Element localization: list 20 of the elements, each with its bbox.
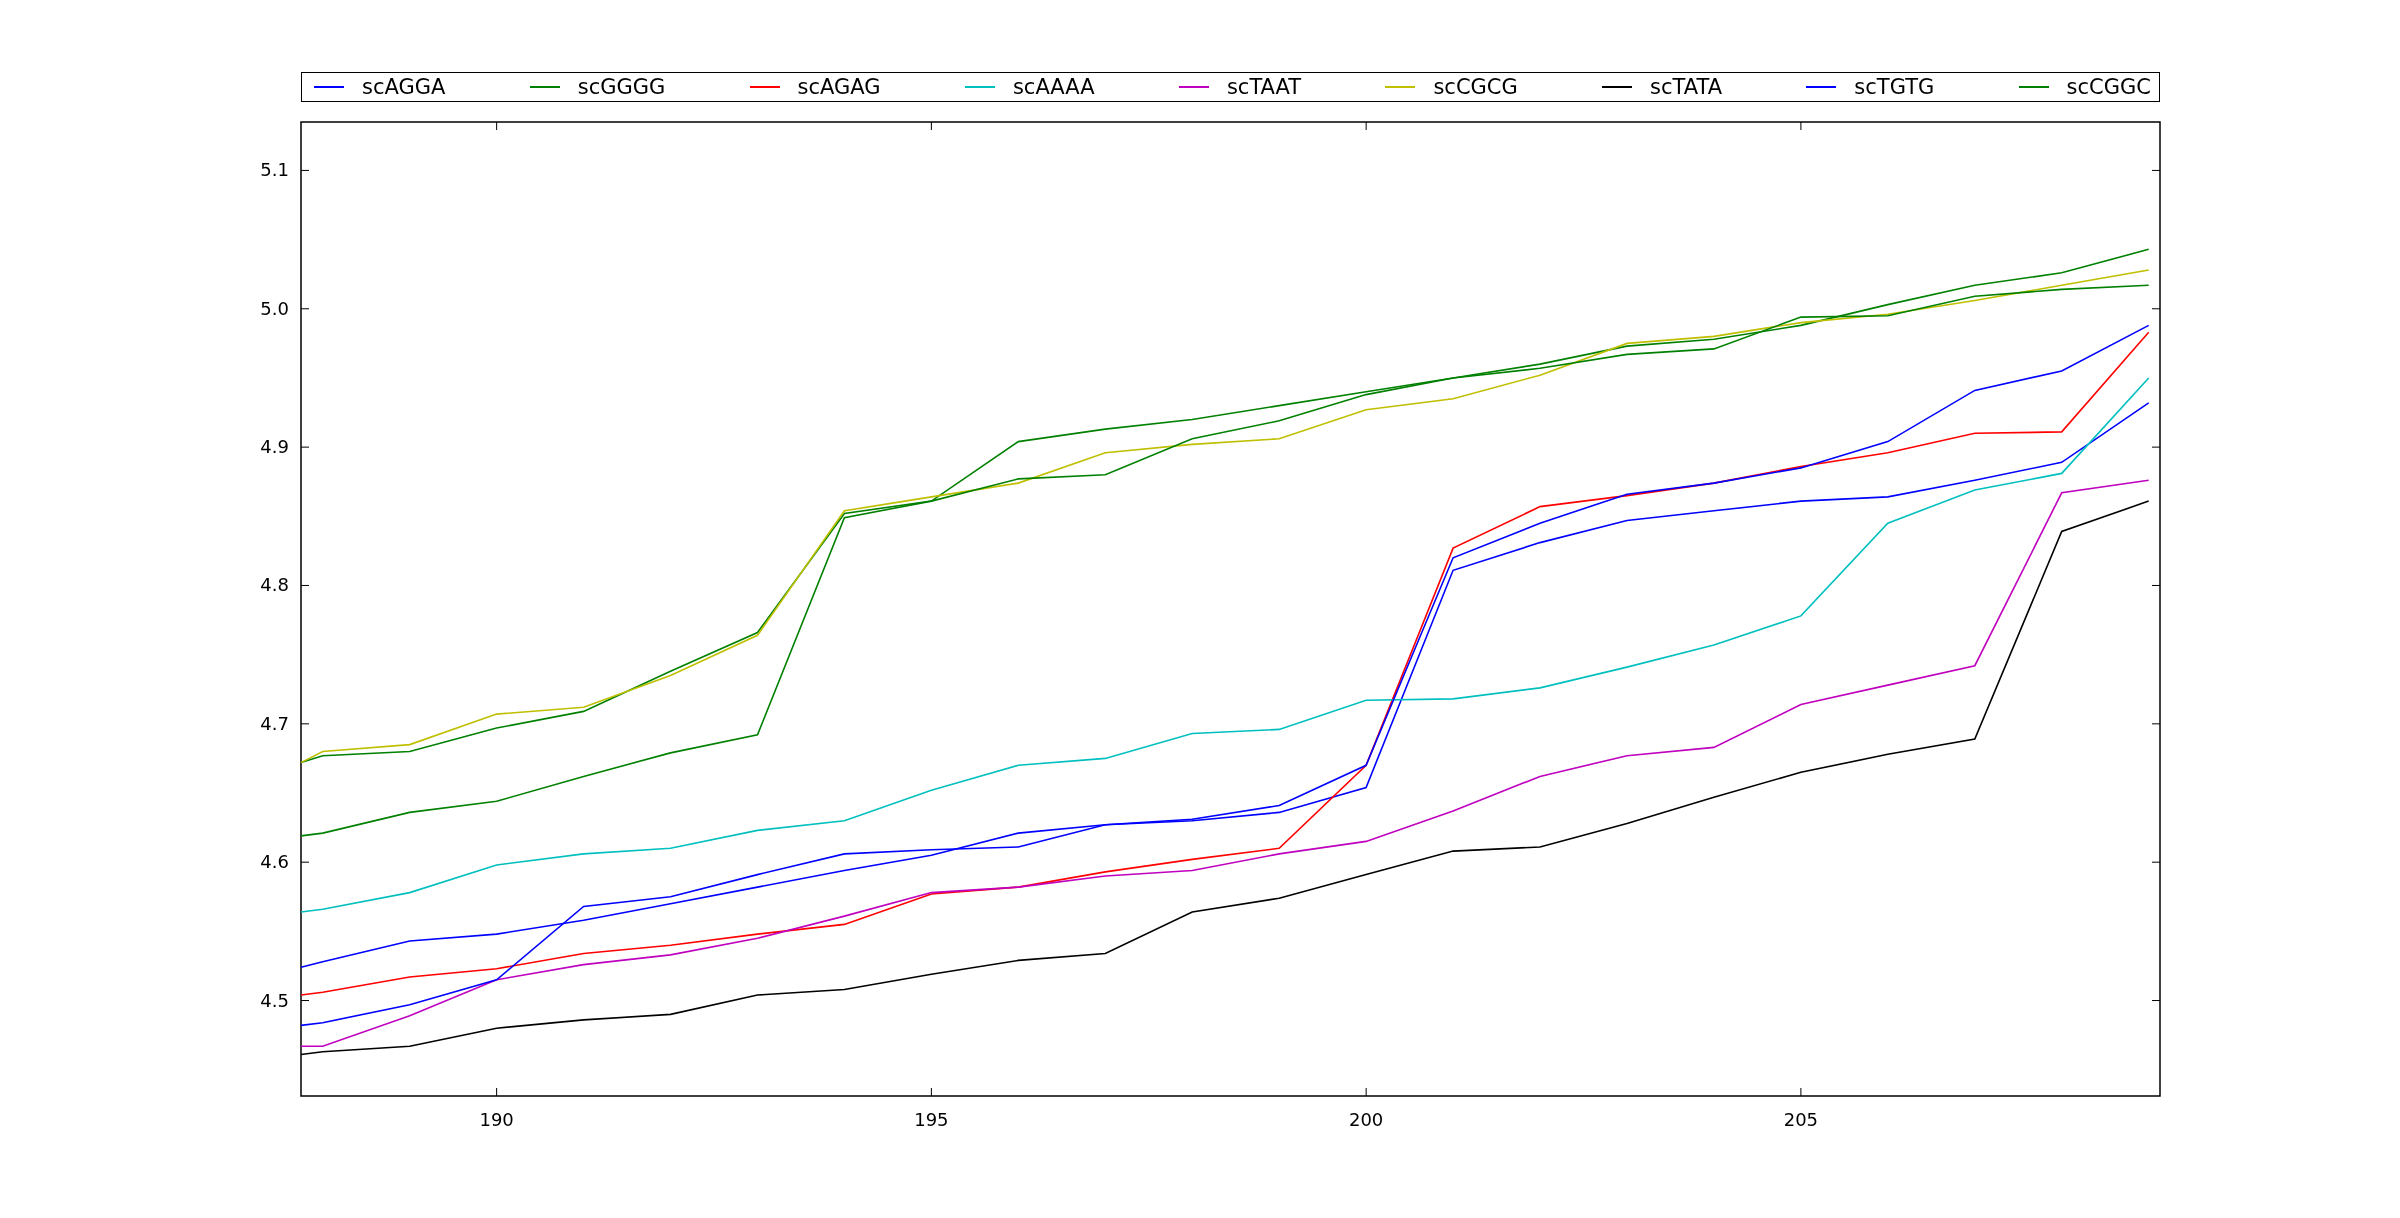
legend-label: scTAAT [1226,75,1302,99]
x-tick-label: 190 [479,1109,514,1130]
legend-label: scTATA [1650,75,1723,99]
legend-label: scAGGA [362,75,446,99]
y-tick-label: 5.0 [260,297,289,319]
x-tick-label: 205 [1783,1109,1819,1130]
y-tick-label: 4.5 [260,989,289,1011]
y-tick-label: 4.8 [260,574,289,596]
y-tick-label: 4.7 [260,712,289,734]
legend-label: scCGGC [2066,75,2151,99]
y-tick-label: 4.6 [260,851,289,873]
x-tick-label: 195 [914,1109,949,1130]
legend-label: scAGAG [797,75,881,99]
legend-label: scCGCG [1433,75,1518,99]
legend-label: scTGTG [1854,75,1935,99]
y-tick-label: 5.1 [260,159,289,181]
legend-label: scGGGG [577,75,666,99]
legend-label: scAAAA [1012,75,1095,99]
x-tick-label: 200 [1348,1109,1384,1130]
y-tick-label: 4.9 [260,436,289,458]
